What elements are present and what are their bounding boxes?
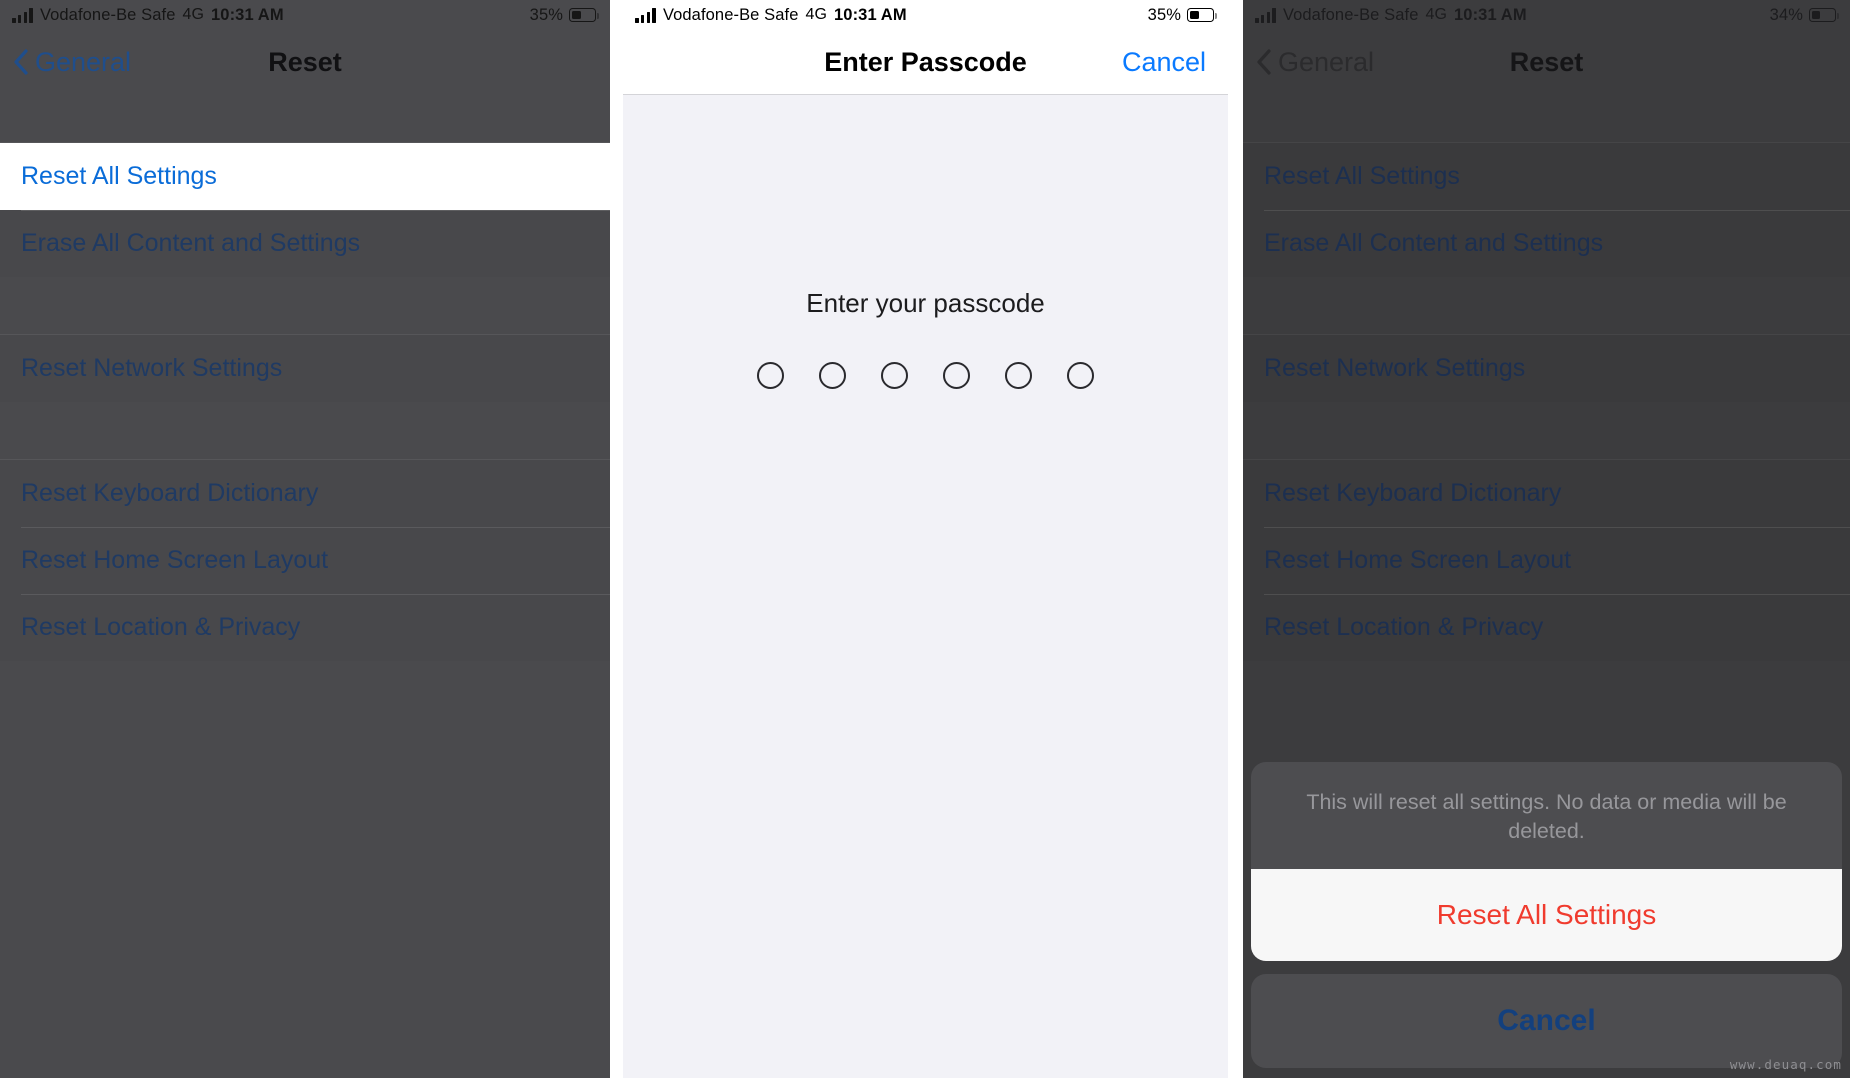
passcode-dots[interactable]: [623, 362, 1228, 389]
clock-label: 10:31 AM: [1454, 5, 1527, 24]
row-label: Reset All Settings: [1264, 162, 1460, 190]
back-button-general[interactable]: General: [0, 47, 131, 78]
carrier-label: Vodafone-Be Safe: [1282, 5, 1419, 24]
row-reset-network-settings[interactable]: Reset Network Settings: [0, 335, 610, 402]
navigation-bar: General Reset: [0, 30, 610, 94]
status-bar-right: 35%: [529, 5, 599, 25]
row-label: Reset All Settings: [21, 162, 217, 190]
row-reset-network-settings[interactable]: Reset Network Settings: [1243, 335, 1850, 402]
action-sheet-reset-all-settings-button[interactable]: Reset All Settings: [1251, 869, 1842, 961]
clock-label: 10:31 AM: [211, 5, 284, 24]
passcode-prompt: Enter your passcode: [806, 288, 1045, 318]
battery-percent-label: 34%: [1769, 5, 1803, 24]
three-phone-screenshots: Vodafone-Be Safe 4G 10:31 AM 35% General…: [0, 0, 1850, 1078]
clock-label: 10:31 AM: [834, 5, 907, 24]
row-label: Erase All Content and Settings: [21, 229, 361, 257]
signal-bars-icon: [12, 7, 33, 23]
signal-bars-icon: [635, 7, 656, 23]
carrier-label: Vodafone-Be Safe: [662, 5, 799, 24]
passcode-dot: [943, 362, 970, 389]
status-bar: Vodafone-Be Safe 4G 10:31 AM 34%: [1243, 0, 1850, 30]
action-sheet-cancel-button[interactable]: Cancel: [1251, 974, 1842, 1068]
phone-screen-enter-passcode: Vodafone-Be Safe 4G 10:31 AM 35% Enter P…: [623, 0, 1228, 1078]
passcode-dot: [1067, 362, 1094, 389]
row-label: Reset Location & Privacy: [1264, 613, 1544, 641]
passcode-dot: [819, 362, 846, 389]
panel-gutter-2: [1228, 0, 1243, 1078]
passcode-dot: [881, 362, 908, 389]
row-label: Reset Home Screen Layout: [1264, 546, 1572, 574]
list-top-spacer: [0, 94, 610, 142]
row-erase-all-content-and-settings[interactable]: Erase All Content and Settings: [1243, 210, 1850, 277]
back-button-label: General: [35, 46, 132, 77]
passcode-body: Enter your passcode: [623, 95, 1228, 1078]
back-button-general[interactable]: General: [1243, 47, 1374, 78]
settings-group-1: Reset All Settings Erase All Content and…: [1243, 142, 1850, 277]
navigation-bar: Enter Passcode Cancel: [623, 30, 1228, 94]
action-sheet-cancel-group: Cancel: [1251, 974, 1842, 1068]
signal-bars-icon: [1255, 7, 1276, 23]
action-sheet-message: This will reset all settings. No data or…: [1306, 790, 1787, 843]
battery-icon: [569, 8, 599, 22]
battery-icon: [1187, 8, 1217, 22]
row-reset-location-and-privacy[interactable]: Reset Location & Privacy: [0, 594, 610, 661]
row-reset-keyboard-dictionary[interactable]: Reset Keyboard Dictionary: [1243, 460, 1850, 527]
battery-percent-label: 35%: [529, 5, 563, 24]
row-label: Reset Keyboard Dictionary: [21, 479, 319, 507]
settings-group-2: Reset Network Settings: [1243, 334, 1850, 402]
chevron-left-icon: [1257, 49, 1271, 75]
row-label: Reset Location & Privacy: [21, 613, 301, 641]
status-bar-left: Vodafone-Be Safe 4G 10:31 AM: [12, 6, 284, 25]
row-reset-home-screen-layout[interactable]: Reset Home Screen Layout: [0, 527, 610, 594]
group-separator: [1243, 402, 1850, 459]
battery-percent-label: 35%: [1147, 5, 1181, 24]
passcode-dot: [757, 362, 784, 389]
cancel-button[interactable]: Cancel: [1122, 47, 1228, 78]
row-label: Reset Network Settings: [1264, 354, 1526, 382]
passcode-dot: [1005, 362, 1032, 389]
row-reset-location-and-privacy[interactable]: Reset Location & Privacy: [1243, 594, 1850, 661]
network-type-label: 4G: [1425, 6, 1448, 23]
status-bar: Vodafone-Be Safe 4G 10:31 AM 35%: [623, 0, 1228, 30]
group-separator: [0, 277, 610, 334]
status-bar: Vodafone-Be Safe 4G 10:31 AM 35%: [0, 0, 610, 30]
status-bar-right: 34%: [1769, 5, 1839, 25]
row-label: Reset Keyboard Dictionary: [1264, 479, 1562, 507]
row-label: Reset Network Settings: [21, 354, 283, 382]
row-reset-all-settings[interactable]: Reset All Settings: [1243, 143, 1850, 210]
row-erase-all-content-and-settings[interactable]: Erase All Content and Settings: [0, 210, 610, 277]
battery-icon: [1809, 8, 1839, 22]
group-separator: [1243, 277, 1850, 334]
network-type-label: 4G: [182, 6, 205, 23]
row-label: Reset Home Screen Layout: [21, 546, 329, 574]
status-bar-left: Vodafone-Be Safe 4G 10:31 AM: [1255, 6, 1527, 25]
row-reset-home-screen-layout[interactable]: Reset Home Screen Layout: [1243, 527, 1850, 594]
phone-screen-reset-action-sheet: Vodafone-Be Safe 4G 10:31 AM 34% General…: [1243, 0, 1850, 1078]
chevron-left-icon: [14, 49, 28, 75]
settings-group-2: Reset Network Settings: [0, 334, 610, 402]
row-reset-keyboard-dictionary[interactable]: Reset Keyboard Dictionary: [0, 460, 610, 527]
settings-group-3: Reset Keyboard Dictionary Reset Home Scr…: [1243, 459, 1850, 661]
row-reset-all-settings[interactable]: Reset All Settings: [0, 143, 610, 210]
action-sheet: This will reset all settings. No data or…: [1251, 762, 1842, 1068]
back-button-label: General: [1278, 46, 1375, 77]
navigation-bar: General Reset: [1243, 30, 1850, 94]
network-type-label: 4G: [805, 6, 828, 23]
action-sheet-main-group: This will reset all settings. No data or…: [1251, 762, 1842, 961]
watermark: www.deuaq.com: [1729, 1057, 1842, 1072]
status-bar-left: Vodafone-Be Safe 4G 10:31 AM: [635, 6, 907, 25]
list-top-spacer: [1243, 94, 1850, 142]
row-label: Erase All Content and Settings: [1264, 229, 1604, 257]
group-separator: [0, 402, 610, 459]
phone-screen-reset-pressed: Vodafone-Be Safe 4G 10:31 AM 35% General…: [0, 0, 610, 1078]
carrier-label: Vodafone-Be Safe: [39, 5, 176, 24]
settings-group-3: Reset Keyboard Dictionary Reset Home Scr…: [0, 459, 610, 661]
status-bar-right: 35%: [1147, 5, 1217, 25]
settings-group-1: Reset All Settings Erase All Content and…: [0, 142, 610, 277]
panel-gutter-1: [610, 0, 623, 1078]
